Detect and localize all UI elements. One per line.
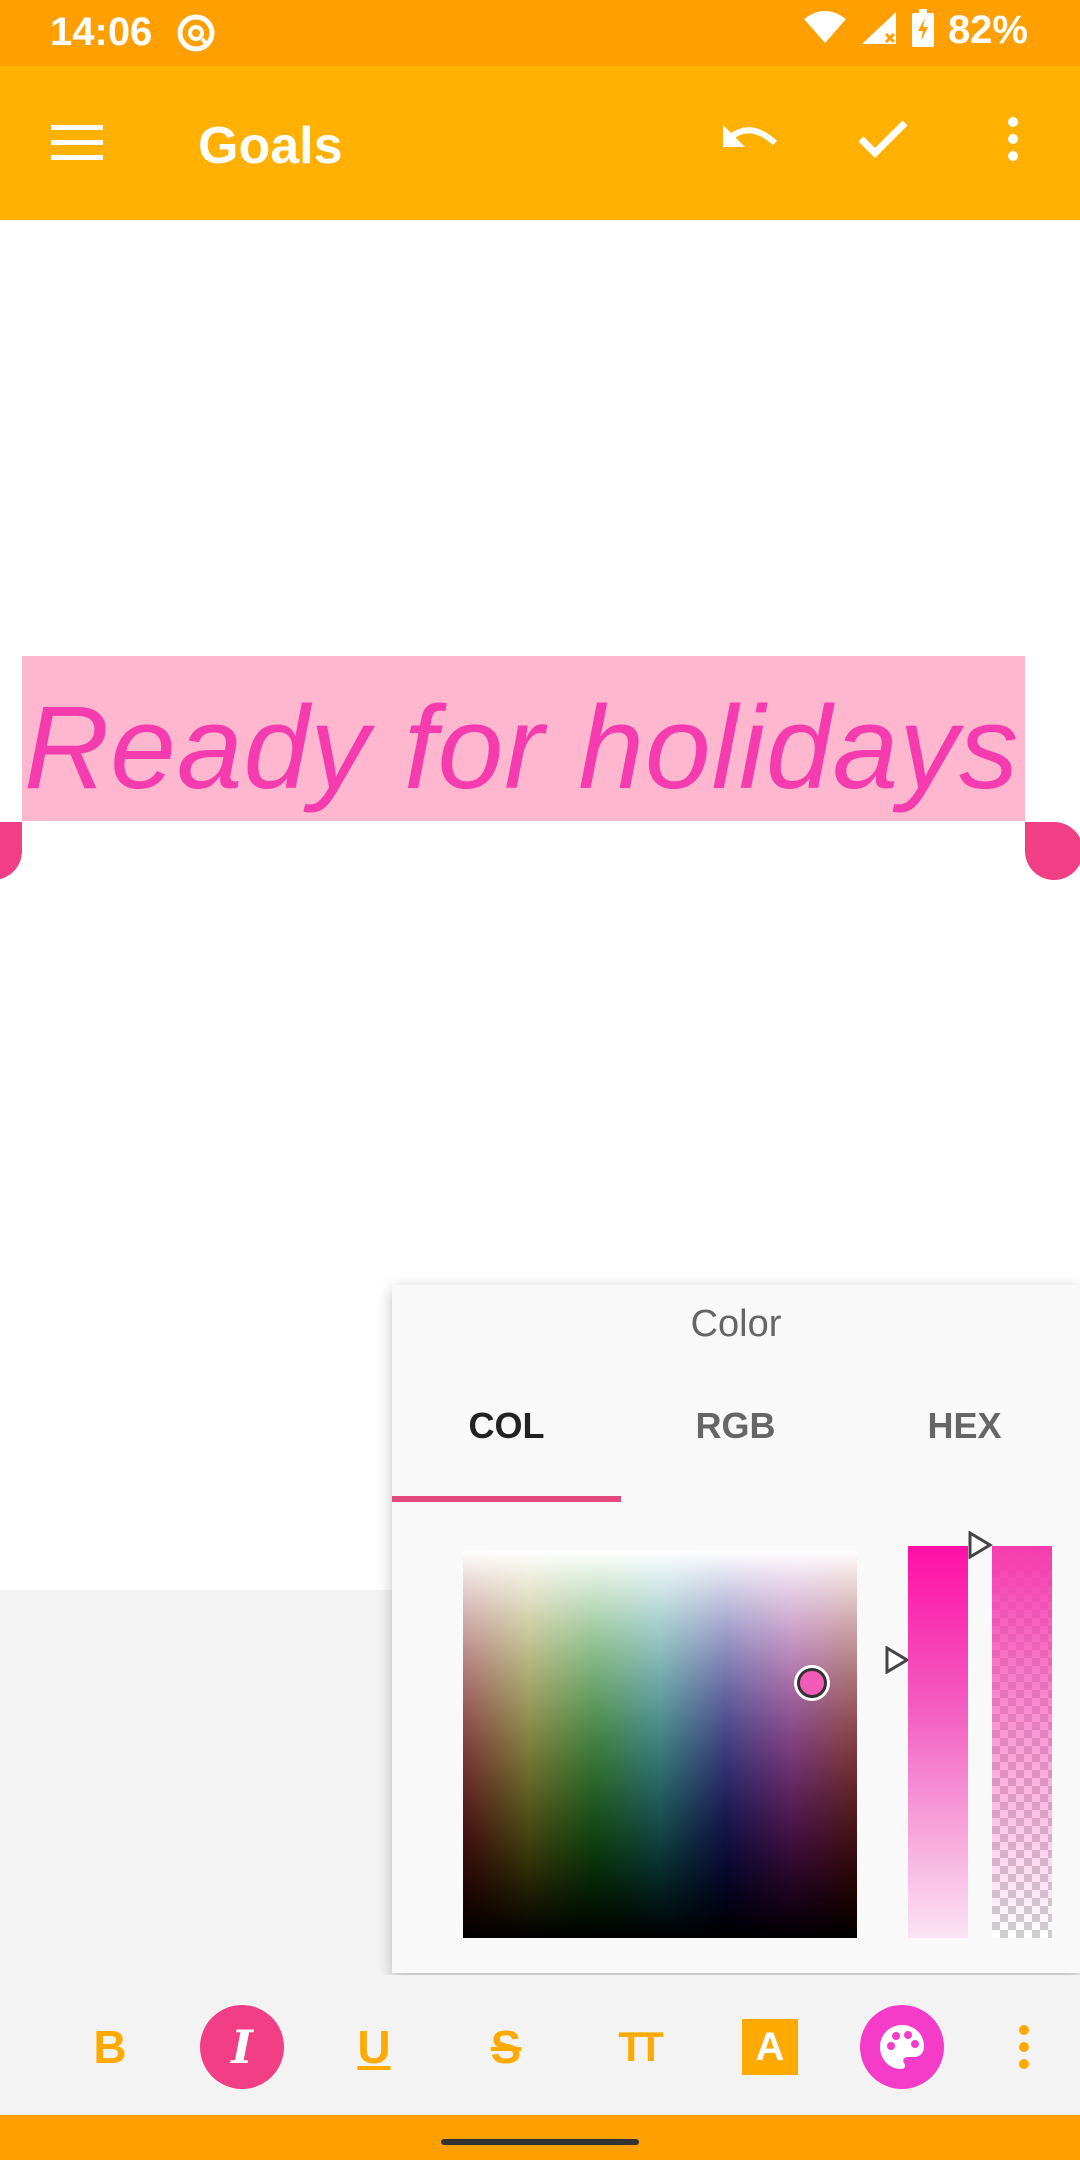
strikethrough-label: S bbox=[490, 2021, 522, 2073]
bold-label: B bbox=[93, 2021, 127, 2073]
active-tab-indicator bbox=[392, 1496, 621, 1502]
underline-label: U bbox=[357, 2021, 391, 2073]
spectrum-cursor[interactable] bbox=[797, 1668, 827, 1698]
tab-hex[interactable]: HEX bbox=[850, 1405, 1079, 1447]
battery-percentage: 82% bbox=[947, 8, 1028, 52]
format-more-button[interactable] bbox=[992, 2005, 1056, 2089]
more-vert-icon bbox=[1008, 117, 1018, 161]
hamburger-menu-icon bbox=[51, 125, 103, 160]
strikethrough-button[interactable]: S bbox=[464, 2005, 548, 2089]
text-size-label: TT bbox=[618, 2023, 663, 2070]
highlight-color-button[interactable] bbox=[860, 2005, 944, 2089]
selected-text: Ready for holidays bbox=[24, 682, 1020, 814]
alpha-slider[interactable] bbox=[992, 1546, 1052, 1938]
more-options-button[interactable] bbox=[976, 102, 1050, 176]
hue-slider[interactable] bbox=[908, 1546, 968, 1938]
battery-icon bbox=[911, 9, 934, 52]
page-title: Goals bbox=[198, 117, 343, 175]
italic-label: I bbox=[231, 2020, 253, 2074]
selected-text-highlight[interactable]: Ready for holidays bbox=[22, 656, 1025, 821]
tab-rgb[interactable]: RGB bbox=[621, 1405, 850, 1447]
tab-col[interactable]: COL bbox=[392, 1405, 621, 1447]
text-color-button[interactable]: A bbox=[728, 2005, 812, 2089]
check-icon bbox=[858, 120, 908, 158]
palette-icon bbox=[880, 2025, 924, 2069]
system-nav-bar bbox=[0, 2115, 1080, 2160]
signal-icon bbox=[860, 10, 898, 51]
more-vert-icon bbox=[1019, 2025, 1029, 2069]
text-size-button[interactable]: TT bbox=[596, 2005, 680, 2089]
undo-button[interactable] bbox=[712, 102, 786, 176]
italic-button[interactable]: I bbox=[200, 2005, 284, 2089]
status-bar: 14:06 82% bbox=[0, 0, 1080, 66]
menu-button[interactable] bbox=[40, 106, 114, 180]
color-picker-title: Color bbox=[690, 1303, 782, 1345]
alpha-pointer-icon[interactable] bbox=[968, 1531, 994, 1559]
undo-icon bbox=[723, 125, 778, 147]
text-color-label: A bbox=[742, 2019, 798, 2075]
confirm-button[interactable] bbox=[846, 102, 920, 176]
underline-button[interactable]: U bbox=[332, 2005, 416, 2089]
app-bar: Goals bbox=[0, 66, 1080, 220]
selection-end-handle[interactable] bbox=[1025, 822, 1080, 880]
color-spectrum[interactable] bbox=[463, 1550, 857, 1938]
formatting-toolbar: B I U S TT A bbox=[0, 1975, 1080, 2115]
status-time: 14:06 bbox=[50, 10, 153, 54]
home-gesture-handle[interactable] bbox=[441, 2139, 639, 2145]
at-sign-icon bbox=[176, 13, 216, 58]
wifi-icon bbox=[803, 11, 846, 50]
color-picker-popup: Color COL RGB HEX bbox=[392, 1285, 1080, 1973]
bold-button[interactable]: B bbox=[68, 2005, 152, 2089]
